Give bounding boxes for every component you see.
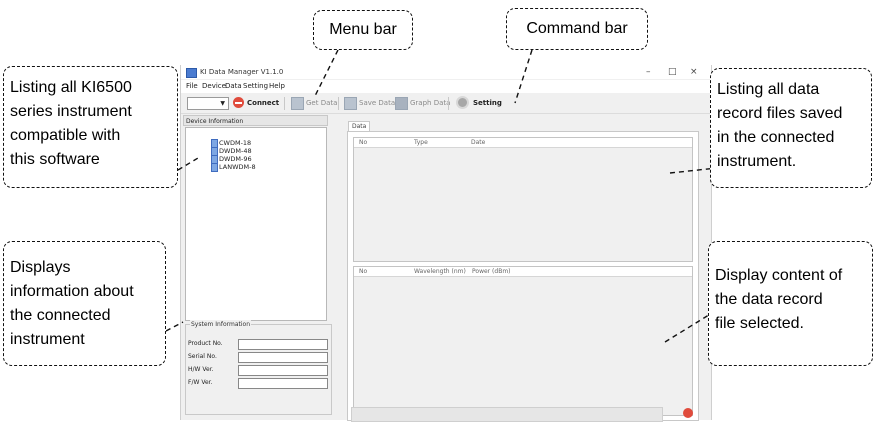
callout-line: file selected. [715, 315, 804, 332]
instruments-leader [177, 157, 199, 171]
callout-line: the data record [715, 291, 823, 308]
instruments-callout: Listing all KI6500 series instrument com… [3, 66, 178, 188]
content-callout: Display content of the data record file … [708, 241, 873, 366]
command-bar-leader [514, 49, 533, 104]
info-callout: Displays information about the connected… [3, 241, 166, 366]
callout-line: Displays [10, 259, 71, 276]
callout-line: in the connected [717, 129, 835, 146]
callout-line: Display content of [715, 267, 843, 284]
callout-line: information about [10, 283, 134, 300]
menu-bar-leader [314, 49, 339, 97]
callout-line: Listing all KI6500 [10, 79, 132, 96]
callout-line: instrument [10, 331, 85, 348]
callout-line: compatible with [10, 127, 121, 144]
info-leader [165, 321, 184, 332]
callout-line: Listing all data [717, 81, 820, 98]
menu-bar-callout: Menu bar [313, 10, 413, 50]
callout-line: record files saved [717, 105, 843, 122]
content-leader [664, 312, 713, 343]
callout-line: instrument. [717, 153, 797, 170]
callout-line: the connected [10, 307, 111, 324]
command-bar-callout: Command bar [506, 8, 648, 50]
callout-line: this software [10, 151, 100, 168]
callout-line: series instrument [10, 103, 132, 120]
record-files-callout: Listing all data record files saved in t… [710, 68, 872, 188]
